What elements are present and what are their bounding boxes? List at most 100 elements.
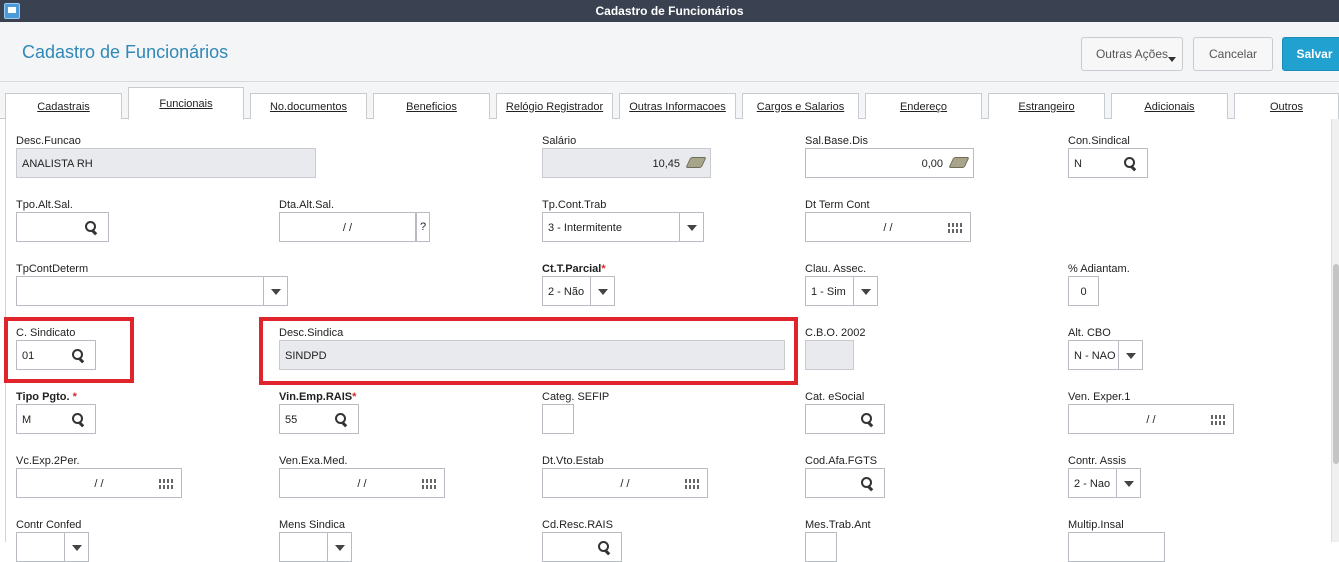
categ-sefip-field[interactable]	[542, 404, 574, 434]
vc-exp-2per-value: / /	[94, 478, 104, 490]
outras-acoes-label: Outras Ações	[1095, 47, 1169, 61]
dt-term-cont-field[interactable]: / /	[805, 212, 971, 242]
cancel-button[interactable]: Cancelar	[1193, 37, 1273, 71]
search-icon[interactable]	[598, 541, 611, 554]
chevron-down-icon[interactable]	[1116, 469, 1140, 497]
clau-assec-label: Clau. Assec.	[805, 263, 867, 275]
calendar-icon[interactable]	[685, 479, 699, 489]
vertical-scrollbar[interactable]	[1331, 119, 1339, 542]
vin-emp-rais-field[interactable]: 55	[279, 404, 359, 434]
calendar-icon[interactable]	[948, 223, 962, 233]
cat-esocial-field[interactable]	[805, 404, 885, 434]
adiantam-value: 0	[1080, 286, 1087, 298]
tab-bar: Cadastrais Funcionais No.documentos Bene…	[0, 82, 1339, 120]
ven-exper-1-label: Ven. Exper.1	[1068, 391, 1131, 403]
tipo-pgto-field[interactable]: M	[16, 404, 96, 434]
outras-acoes-button[interactable]: Outras Ações	[1081, 37, 1183, 71]
tab-outras-informacoes[interactable]: Outras Informacoes	[619, 93, 736, 119]
window-title: Cadastro de Funcionários	[595, 4, 744, 18]
chevron-down-icon[interactable]	[1118, 341, 1142, 369]
search-icon[interactable]	[1124, 157, 1137, 170]
con-sindical-value: N	[1074, 158, 1082, 170]
con-sindical-field[interactable]: N	[1068, 148, 1148, 178]
c-sindicato-highlight	[4, 317, 134, 383]
tab-adicionais[interactable]: Adicionais	[1111, 93, 1228, 119]
alt-cbo-value: N - NAO	[1074, 350, 1116, 362]
chevron-down-icon[interactable]	[590, 277, 614, 305]
tp-cont-trab-select[interactable]: 3 - Intermitente	[542, 212, 704, 242]
ven-exa-med-field[interactable]: / /	[279, 468, 445, 498]
dt-vto-estab-label: Dt.Vto.Estab	[542, 455, 604, 467]
calendar-icon[interactable]	[159, 479, 173, 489]
tab-no-documentos[interactable]: No.documentos	[250, 93, 367, 119]
adiantam-field[interactable]: 0	[1068, 276, 1099, 306]
sal-base-dis-value: 0,00	[921, 158, 943, 170]
tab-cadastrais[interactable]: Cadastrais	[5, 93, 122, 119]
chevron-down-icon[interactable]	[853, 277, 877, 305]
alt-cbo-select[interactable]: N - NAO	[1068, 340, 1143, 370]
tab-beneficios[interactable]: Beneficios	[373, 93, 490, 119]
multip-insal-field[interactable]	[1068, 532, 1165, 562]
chevron-down-icon[interactable]	[64, 533, 88, 561]
tp-cont-trab-label: Tp.Cont.Trab	[542, 199, 607, 211]
tpo-alt-sal-field[interactable]	[16, 212, 109, 242]
tp-cont-trab-value: 3 - Intermitente	[548, 222, 622, 234]
cd-resc-rais-field[interactable]	[542, 532, 622, 562]
calendar-icon[interactable]	[1211, 415, 1225, 425]
con-sindical-label: Con.Sindical	[1068, 135, 1130, 147]
page-title: Cadastro de Funcionários	[22, 42, 229, 62]
tab-outros[interactable]: Outros	[1234, 93, 1339, 119]
search-icon[interactable]	[335, 413, 348, 426]
dt-vto-estab-field[interactable]: / /	[542, 468, 708, 498]
dta-alt-sal-field[interactable]: / /	[279, 212, 416, 242]
vc-exp-2per-field[interactable]: / /	[16, 468, 182, 498]
save-button[interactable]: Salvar	[1282, 37, 1339, 71]
search-icon[interactable]	[72, 413, 85, 426]
money-icon[interactable]	[685, 157, 707, 168]
ct-t-parcial-select[interactable]: 2 - Não	[542, 276, 615, 306]
cod-afa-fgts-field[interactable]	[805, 468, 885, 498]
tab-cargos-e-salarios[interactable]: Cargos e Salarios	[742, 93, 859, 119]
desc-funcao-label: Desc.Funcao	[16, 135, 81, 147]
dt-term-cont-value: / /	[883, 222, 893, 234]
money-icon[interactable]	[948, 157, 970, 168]
cbo-2002-label: C.B.O. 2002	[805, 327, 866, 339]
contr-assis-select[interactable]: 2 - Nao	[1068, 468, 1141, 498]
vc-exp-2per-label: Vc.Exp.2Per.	[16, 455, 80, 467]
tipo-pgto-label: Tipo Pgto. *	[16, 391, 77, 403]
tpo-alt-sal-label: Tpo.Alt.Sal.	[16, 199, 73, 211]
search-icon[interactable]	[861, 477, 874, 490]
tp-cont-determ-select[interactable]	[16, 276, 288, 306]
cod-afa-fgts-label: Cod.Afa.FGTS	[805, 455, 878, 467]
mes-trab-ant-field[interactable]	[805, 532, 837, 562]
tab-estrangeiro[interactable]: Estrangeiro	[988, 93, 1105, 119]
mens-sindica-select[interactable]	[279, 532, 352, 562]
calendar-icon[interactable]	[422, 479, 436, 489]
search-icon[interactable]	[85, 221, 98, 234]
chevron-down-icon[interactable]	[263, 277, 287, 305]
search-icon[interactable]	[861, 413, 874, 426]
help-button[interactable]: ?	[416, 212, 430, 242]
desc-funcao-field[interactable]: ANALISTA RH	[16, 148, 316, 178]
cbo-2002-field[interactable]	[805, 340, 854, 370]
multip-insal-label: Multip.Insal	[1068, 519, 1124, 531]
tipo-pgto-value: M	[22, 414, 32, 426]
mes-trab-ant-label: Mes.Trab.Ant	[805, 519, 871, 531]
tab-endereco[interactable]: Endereço	[865, 93, 982, 119]
sal-base-dis-field[interactable]: 0,00	[805, 148, 974, 178]
clau-assec-select[interactable]: 1 - Sim	[805, 276, 878, 306]
tab-relogio-registrador[interactable]: Relógio Registrador	[496, 93, 613, 119]
tab-funcionais[interactable]: Funcionais	[128, 87, 244, 120]
scrollbar-thumb[interactable]	[1333, 264, 1339, 464]
contr-confed-select[interactable]	[16, 532, 89, 562]
chevron-down-icon	[1168, 57, 1176, 62]
ven-exper-1-field[interactable]: / /	[1068, 404, 1234, 434]
salario-field[interactable]: 10,45	[542, 148, 711, 178]
salario-value: 10,45	[652, 158, 680, 170]
sal-base-dis-label: Sal.Base.Dis	[805, 135, 868, 147]
tp-cont-determ-label: TpContDeterm	[16, 263, 89, 275]
cd-resc-rais-label: Cd.Resc.RAIS	[542, 519, 613, 531]
chevron-down-icon[interactable]	[327, 533, 351, 561]
chevron-down-icon[interactable]	[679, 213, 703, 241]
mens-sindica-label: Mens Sindica	[279, 519, 346, 531]
